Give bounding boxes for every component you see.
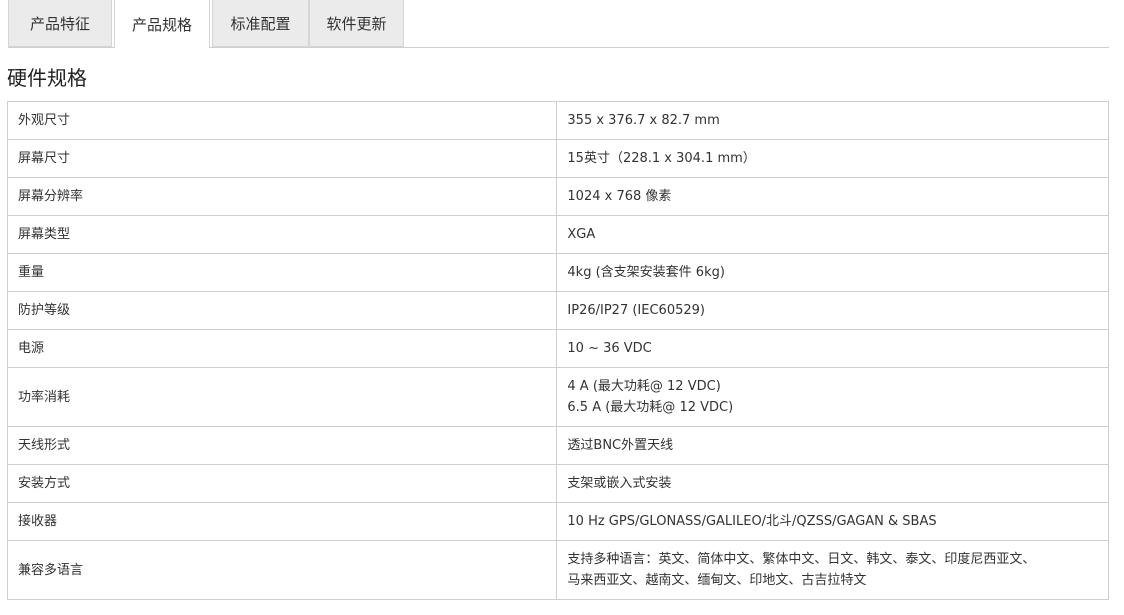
spec-value-line: IP26/IP27 (IEC60529) (567, 303, 705, 318)
spec-row-screen-size: 屏幕尺寸 15英寸（228.1 x 304.1 mm） (6, 139, 1109, 178)
spec-row-protection: 防护等级 IP26/IP27 (IEC60529) (6, 291, 1109, 330)
spec-label: 外观尺寸 (6, 101, 558, 140)
spec-value-line: 355 x 376.7 x 82.7 mm (567, 113, 720, 128)
spec-label: 屏幕类型 (6, 215, 558, 254)
spec-value: XGA (556, 215, 1109, 254)
spec-row-receiver: 接收器 10 Hz GPS/GLONASS/GALILEO/北斗/QZSS/GA… (6, 502, 1109, 541)
spec-value-line: 支架或嵌入式安装 (567, 476, 672, 491)
spec-value-line: 10 ~ 36 VDC (567, 341, 652, 356)
spec-row-languages: 兼容多语言 支持多种语言：英文、简体中文、繁体中文、日文、韩文、泰文、印度尼西亚… (6, 540, 1109, 600)
spec-value: 透过BNC外置天线 (556, 426, 1109, 465)
spec-value: 10 Hz GPS/GLONASS/GALILEO/北斗/QZSS/GAGAN … (556, 502, 1109, 541)
tab-software-update[interactable]: 软件更新 (309, 0, 404, 47)
spec-value: 15英寸（228.1 x 304.1 mm） (556, 139, 1109, 178)
spec-label: 功率消耗 (6, 367, 558, 427)
spec-row-antenna: 天线形式 透过BNC外置天线 (6, 426, 1109, 465)
spec-label: 安装方式 (6, 464, 558, 503)
spec-row-dimensions: 外观尺寸 355 x 376.7 x 82.7 mm (6, 101, 1109, 140)
spec-row-resolution: 屏幕分辨率 1024 x 768 像素 (6, 177, 1109, 216)
spec-label: 重量 (6, 253, 558, 292)
spec-label: 屏幕分辨率 (6, 177, 558, 216)
spec-value-line: 6.5 A (最大功耗@ 12 VDC) (567, 400, 734, 415)
spec-row-power-consumption: 功率消耗 4 A (最大功耗@ 12 VDC) 6.5 A (最大功耗@ 12 … (6, 367, 1109, 427)
spec-value-line: 4kg (含支架安装套件 6kg) (567, 265, 725, 280)
section-title: 硬件规格 (7, 66, 87, 90)
spec-label: 兼容多语言 (6, 540, 558, 600)
spec-label: 接收器 (6, 502, 558, 541)
spec-value: 支持多种语言：英文、简体中文、繁体中文、日文、韩文、泰文、印度尼西亚文、 马来西… (556, 540, 1109, 600)
spec-value-line: 10 Hz GPS/GLONASS/GALILEO/北斗/QZSS/GAGAN … (567, 514, 937, 529)
spec-value: 1024 x 768 像素 (556, 177, 1109, 216)
spec-value-line: 支持多种语言：英文、简体中文、繁体中文、日文、韩文、泰文、印度尼西亚文、 (567, 552, 1036, 567)
spec-label: 防护等级 (6, 291, 558, 330)
spec-value-line: 4 A (最大功耗@ 12 VDC) (567, 379, 721, 394)
spec-value: 10 ~ 36 VDC (556, 329, 1109, 368)
spec-row-weight: 重量 4kg (含支架安装套件 6kg) (6, 253, 1109, 292)
spec-value-line: 透过BNC外置天线 (567, 438, 674, 453)
spec-value: IP26/IP27 (IEC60529) (556, 291, 1109, 330)
tab-standard-config[interactable]: 标准配置 (212, 0, 309, 47)
spec-value-line: 马来西亚文、越南文、缅甸文、印地文、古吉拉特文 (567, 573, 867, 588)
spec-table: 外观尺寸 355 x 376.7 x 82.7 mm 屏幕尺寸 15英寸（228… (6, 101, 1109, 600)
tab-bar: 产品特征 产品规格 标准配置 软件更新 (8, 0, 1109, 48)
spec-row-screen-type: 屏幕类型 XGA (6, 215, 1109, 254)
spec-value-line: 15英寸（228.1 x 304.1 mm） (567, 151, 756, 166)
spec-row-power: 电源 10 ~ 36 VDC (6, 329, 1109, 368)
page: 产品特征 产品规格 标准配置 软件更新 硬件规格 外观尺寸 355 x 376.… (0, 0, 1124, 615)
spec-value: 4 A (最大功耗@ 12 VDC) 6.5 A (最大功耗@ 12 VDC) (556, 367, 1109, 427)
tab-product-features[interactable]: 产品特征 (8, 0, 112, 47)
tab-product-specs[interactable]: 产品规格 (114, 0, 210, 48)
spec-value: 4kg (含支架安装套件 6kg) (556, 253, 1109, 292)
spec-value-line: 1024 x 768 像素 (567, 189, 672, 204)
spec-value: 355 x 376.7 x 82.7 mm (556, 101, 1109, 140)
spec-label: 电源 (6, 329, 558, 368)
spec-row-mounting: 安装方式 支架或嵌入式安装 (6, 464, 1109, 503)
spec-value-line: XGA (567, 227, 596, 242)
spec-label: 屏幕尺寸 (6, 139, 558, 178)
spec-label: 天线形式 (6, 426, 558, 465)
spec-value: 支架或嵌入式安装 (556, 464, 1109, 503)
